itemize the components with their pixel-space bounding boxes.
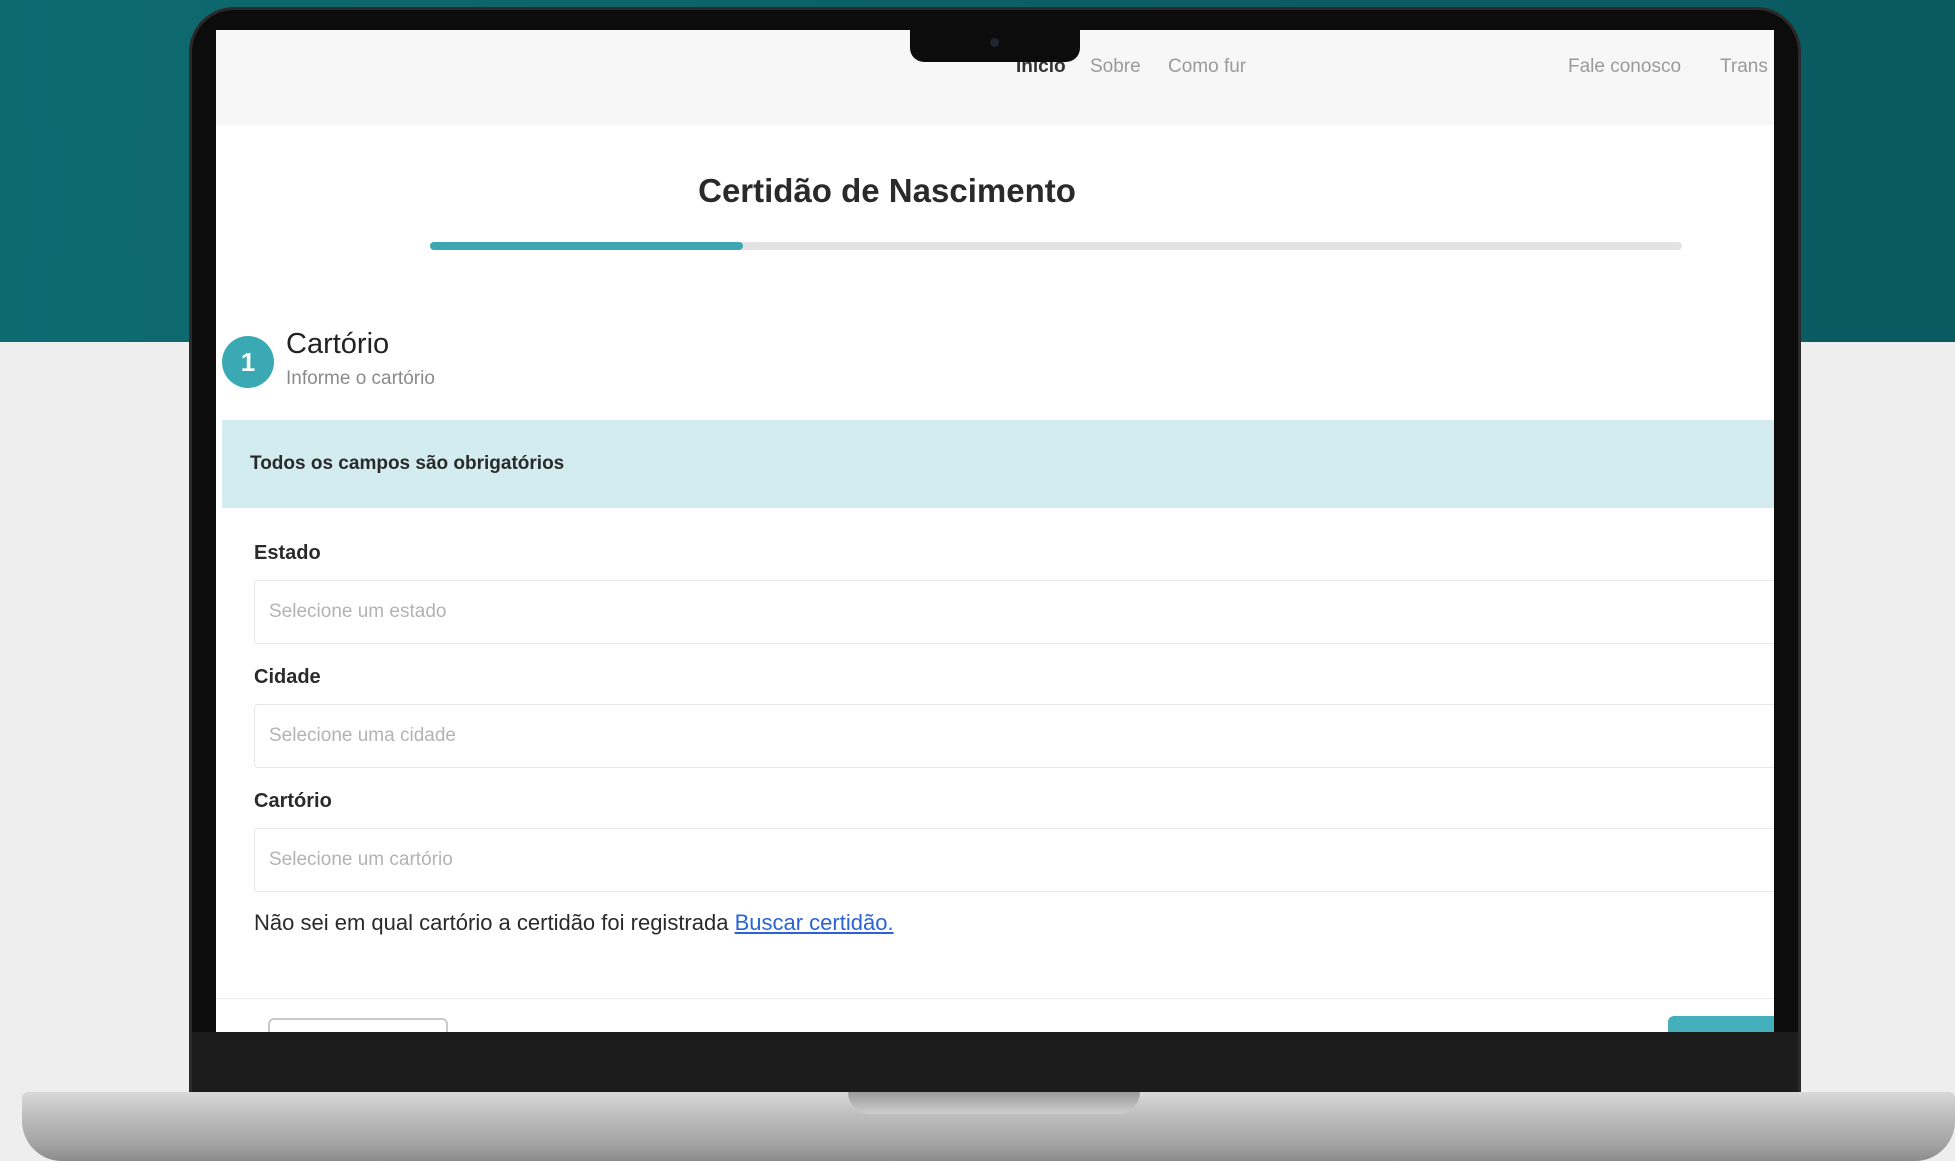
- footer-divider: [216, 998, 1774, 999]
- camera-icon: [990, 38, 999, 47]
- next-button[interactable]: [1668, 1016, 1774, 1032]
- step-title: Cartório: [286, 328, 390, 360]
- progress-bar-fill: [430, 242, 743, 250]
- estado-label: Estado: [254, 542, 321, 564]
- nav-link-como-funciona[interactable]: Como fur: [1168, 56, 1246, 78]
- laptop-base-groove: [848, 1092, 1140, 1114]
- nav-link-sobre[interactable]: Sobre: [1090, 56, 1141, 78]
- cartorio-label: Cartório: [254, 790, 332, 812]
- required-fields-alert: Todos os campos são obrigatórios: [222, 420, 1774, 508]
- nav-link-trans[interactable]: Trans: [1720, 56, 1768, 78]
- page-title: Certidão de Nascimento: [698, 172, 1076, 209]
- cidade-label: Cidade: [254, 666, 321, 688]
- cartorio-select[interactable]: [254, 828, 1774, 892]
- progress-bar: [430, 242, 1682, 250]
- back-button[interactable]: [268, 1018, 448, 1032]
- laptop-notch: [910, 28, 1080, 62]
- step-number-badge: 1: [222, 336, 274, 388]
- cidade-select[interactable]: [254, 704, 1774, 768]
- estado-select[interactable]: [254, 580, 1774, 644]
- cartorio-help-text: Não sei em qual cartório a certidão foi …: [254, 910, 894, 936]
- nav-link-fale-conosco[interactable]: Fale conosco: [1568, 56, 1681, 78]
- buscar-certidao-link[interactable]: Buscar certidão.: [735, 910, 894, 935]
- laptop-screen: Início Sobre Como fur Fale conosco Trans…: [216, 30, 1774, 1032]
- laptop-bezel-bottom: [192, 1032, 1798, 1095]
- cartorio-help-label: Não sei em qual cartório a certidão foi …: [254, 910, 729, 935]
- step-subtitle: Informe o cartório: [286, 368, 435, 389]
